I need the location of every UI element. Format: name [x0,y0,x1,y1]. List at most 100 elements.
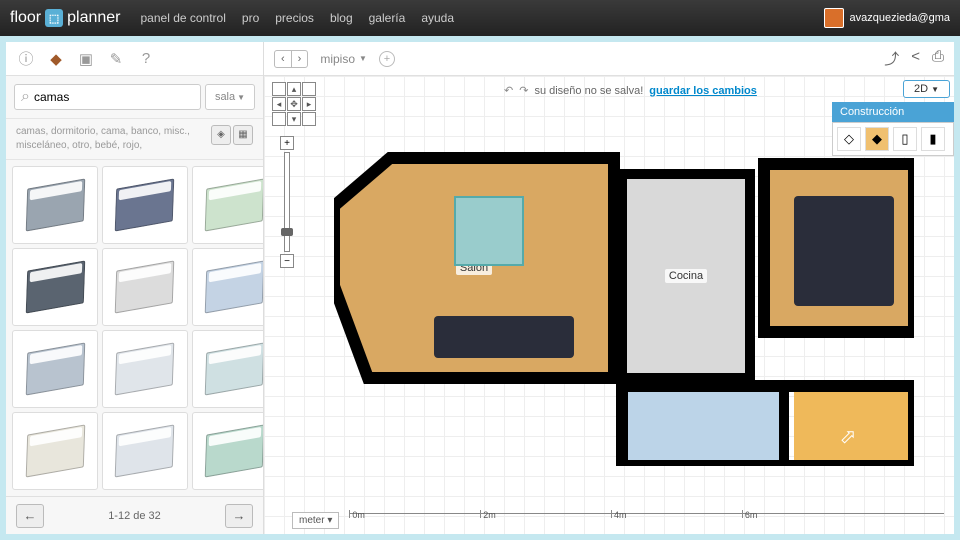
project-name: mipiso [320,52,355,66]
ruler: 0m 2m 4m 6m [349,513,944,527]
pan-down[interactable]: ▾ [287,112,301,126]
nav-link[interactable]: galería [369,11,406,25]
view-mode-label: 2D [914,83,928,95]
zoom-handle[interactable] [281,228,293,236]
tag-list: camas, dormitorio, cama, banco, misc., m… [6,119,263,160]
sidebar: ⓘ ◆ ▣ ✎ ? ⌕ sala▼ camas, dormitorio, cam… [6,42,264,534]
catalog-item[interactable] [12,412,98,490]
catalog-item[interactable] [12,330,98,408]
view-3d-icon[interactable]: ◈ [211,125,231,145]
search-icon: ⌕ [21,88,30,106]
photos-icon[interactable]: ▣ [76,49,96,69]
nav-link[interactable]: pro [242,11,259,25]
cursor-icon: ⬀ [834,422,862,450]
zoom-out[interactable]: − [280,254,294,268]
window-tool[interactable]: ▮ [921,127,945,151]
door-tool[interactable]: ▯ [893,127,917,151]
chevron-down-icon: ▼ [237,93,245,102]
user-email: avazquezieda@gma [850,12,950,24]
room-filter-label: sala [215,91,235,103]
top-navbar: floor ⬚ planner panel de control pro pre… [0,0,960,36]
history-nav: ‹ › [274,50,308,68]
nav-link[interactable]: blog [330,11,353,25]
view-grid-icon[interactable]: ▦ [233,125,253,145]
furniture-icon[interactable]: ◆ [46,49,66,69]
catalog-item[interactable] [102,412,188,490]
catalog-item[interactable] [12,166,98,244]
view-mode-select[interactable]: 2D ▼ [903,80,950,98]
logo-text-right: planner [67,9,120,27]
canvas[interactable]: ↶ ↷ su diseño no se salva! guardar los c… [264,76,954,534]
export-icon[interactable]: ⤴ [884,48,899,69]
tags-text[interactable]: camas, dormitorio, cama, banco, misc., m… [16,125,205,153]
add-floor-button[interactable]: + [379,51,395,67]
catalog-item[interactable] [102,166,188,244]
project-select[interactable]: mipiso ▼ [320,52,367,66]
chevron-down-icon: ▼ [359,54,367,63]
floorplan[interactable]: Salón Cocina Dormitorio [334,146,914,466]
help-icon[interactable]: ? [136,49,156,69]
sofa[interactable] [434,316,574,358]
pager: ← 1-12 de 32 → [6,496,263,534]
sidebar-toolbar: ⓘ ◆ ▣ ✎ ? [6,42,263,76]
save-warning: su diseño no se salva! [534,85,643,97]
user-menu[interactable]: avazquezieda@gma [824,8,950,28]
dining-table[interactable] [454,196,524,266]
nav-links: panel de control pro precios blog galerí… [141,11,455,25]
tick: 6m [742,510,758,518]
catalog-grid [6,160,263,496]
catalog-item[interactable] [192,248,263,326]
tick: 0m [349,510,365,518]
print-icon[interactable]: ⎙ [932,48,944,69]
nav-link[interactable]: panel de control [141,11,226,25]
unit-label: meter [299,515,325,526]
logo[interactable]: floor ⬚ planner [10,9,121,27]
catalog-item[interactable] [192,330,263,408]
bed[interactable] [794,196,894,306]
tick: 4m [611,510,627,518]
undo-icon[interactable]: ↶ [504,84,513,97]
next-button[interactable]: → [225,504,253,528]
zoom-in[interactable]: + [280,136,294,150]
zoom-slider[interactable] [284,152,290,252]
pan-control: ▴ ◂✥▸ ▾ [272,82,316,126]
pan-right[interactable]: ▸ [302,97,316,111]
catalog-item[interactable] [102,248,188,326]
measure-icon[interactable]: ✎ [106,49,126,69]
pager-text: 1-12 de 32 [108,510,161,522]
avatar-icon [824,8,844,28]
construction-panel: Construcción ◇ ◆ ▯ ▮ [832,102,954,156]
pan-center[interactable]: ✥ [287,97,301,111]
prev-button[interactable]: ← [16,504,44,528]
back-button[interactable]: ‹ [275,51,292,67]
chevron-down-icon: ▼ [931,85,939,94]
catalog-item[interactable] [192,166,263,244]
save-link[interactable]: guardar los cambios [649,85,757,97]
logo-icon: ⬚ [45,9,63,27]
unit-select[interactable]: meter ▾ [292,512,339,529]
redo-icon[interactable]: ↷ [519,84,528,97]
wall-tool[interactable]: ◇ [837,127,861,151]
surface-tool[interactable]: ◆ [865,127,889,151]
search-box[interactable]: ⌕ [14,84,201,110]
search-row: ⌕ sala▼ [6,76,263,119]
save-bar: ↶ ↷ su diseño no se salva! guardar los c… [504,84,757,97]
info-icon[interactable]: ⓘ [16,49,36,69]
catalog-item[interactable] [12,248,98,326]
nav-link[interactable]: ayuda [421,11,454,25]
main-area: ‹ › mipiso ▼ + ⤴ < ⎙ ↶ ↷ su diseño no se… [264,42,954,534]
room-filter[interactable]: sala▼ [205,84,255,110]
forward-button[interactable]: › [292,51,308,67]
search-input[interactable] [34,90,194,104]
catalog-item[interactable] [102,330,188,408]
tick: 2m [480,510,496,518]
walls [334,146,914,466]
nav-link[interactable]: precios [275,11,314,25]
main-toolbar: ‹ › mipiso ▼ + ⤴ < ⎙ [264,42,954,76]
catalog-item[interactable] [192,412,263,490]
zoom-control: + − [280,136,294,268]
pan-up[interactable]: ▴ [287,82,301,96]
share-icon[interactable]: < [911,48,920,69]
pan-left[interactable]: ◂ [272,97,286,111]
construction-title: Construcción [832,102,954,122]
